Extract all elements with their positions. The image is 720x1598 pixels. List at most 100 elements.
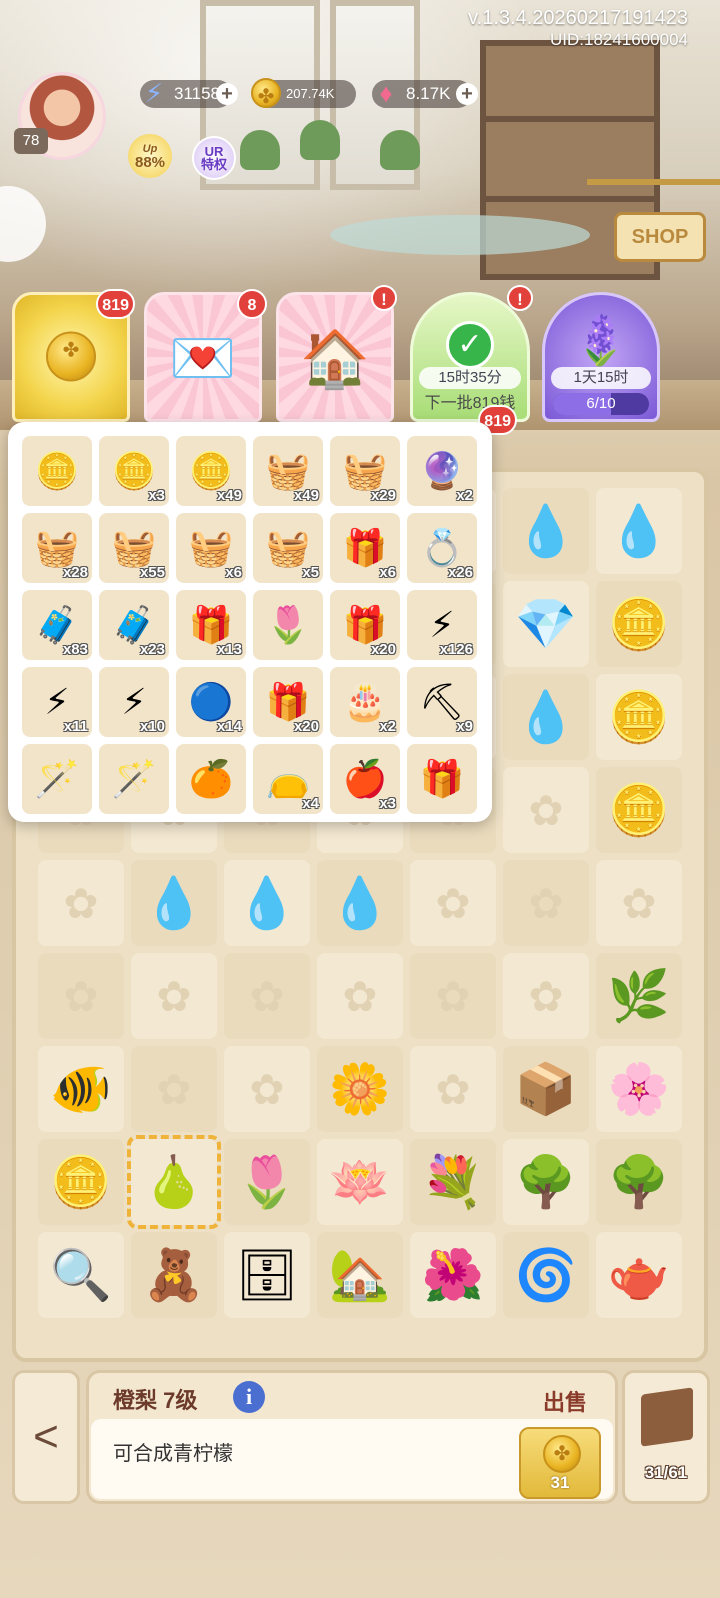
board-cell[interactable]: 🌀 <box>503 1232 589 1318</box>
inventory-slot[interactable]: 🧳 x23 <box>99 590 169 660</box>
board-cell[interactable]: 🌳 <box>503 1139 589 1225</box>
inventory-slot[interactable]: 🪄 <box>22 744 92 814</box>
tab-production-timer[interactable]: ✓ ! 15时35分 下一批819钱 819 <box>410 285 533 435</box>
board-cell[interactable]: 🔍 <box>38 1232 124 1318</box>
tab-lavender-event[interactable]: 🪻 1天15时 6/10 <box>542 292 660 422</box>
gem-counter[interactable]: ♦ 8.17K + <box>372 79 478 108</box>
board-cell[interactable]: ✿ <box>503 860 589 946</box>
inventory-slot[interactable]: ⛏ x9 <box>407 667 477 737</box>
board-cell[interactable]: ✿ <box>224 953 310 1039</box>
vine-dome-icon: 🌿 <box>607 967 671 1024</box>
board-cell[interactable]: ✿ <box>224 1046 310 1132</box>
seed-crate-icon: 📦 <box>514 1060 578 1117</box>
inventory-slot[interactable]: 🎁 <box>407 744 477 814</box>
ur-privilege-button[interactable]: UR 特权 <box>192 136 236 180</box>
sell-button[interactable]: 31 <box>519 1427 601 1499</box>
shop-button[interactable]: SHOP <box>587 179 720 262</box>
energy-counter[interactable]: ⚡ 31158 + <box>140 79 238 108</box>
board-cell[interactable]: 💧 <box>503 674 589 760</box>
board-cell[interactable]: ✿ <box>38 953 124 1039</box>
inventory-slot[interactable]: 🍎 x3 <box>330 744 400 814</box>
board-cell[interactable]: 💧 <box>317 860 403 946</box>
back-button[interactable]: < <box>12 1370 80 1504</box>
inventory-slot[interactable]: 🧺 x55 <box>99 513 169 583</box>
inventory-slot[interactable]: 🪙 x3 <box>99 436 169 506</box>
inventory-slot[interactable]: 🪄 <box>99 744 169 814</box>
board-cell[interactable]: 🪙 <box>596 674 682 760</box>
inventory-slot[interactable]: ⚡ x10 <box>99 667 169 737</box>
board-cell[interactable]: 🪙 <box>596 767 682 853</box>
up-bonus-badge[interactable]: Up 88% <box>128 134 172 178</box>
inventory-slot[interactable]: 🪙 x49 <box>176 436 246 506</box>
inventory-slot[interactable]: ⚡ x11 <box>22 667 92 737</box>
inventory-slot[interactable]: 🍊 <box>176 744 246 814</box>
inventory-slot[interactable]: 🔵 x14 <box>176 667 246 737</box>
board-cell[interactable]: 🫖 <box>596 1232 682 1318</box>
board-cell[interactable]: ✿ <box>410 953 496 1039</box>
board-cell[interactable]: 🌼 <box>317 1046 403 1132</box>
board-cell[interactable]: 📦 <box>503 1046 589 1132</box>
board-cell[interactable]: 🪷 <box>317 1139 403 1225</box>
board-cell[interactable]: 💧 <box>131 860 217 946</box>
board-cell[interactable]: ✿ <box>503 953 589 1039</box>
inventory-slot[interactable]: 🎁 x13 <box>176 590 246 660</box>
inventory-slot[interactable]: 🧳 x83 <box>22 590 92 660</box>
board-cell[interactable]: ✿ <box>131 1046 217 1132</box>
board-cell[interactable]: ✿ <box>596 860 682 946</box>
inventory-slot[interactable]: 🪙 <box>22 436 92 506</box>
coin-counter[interactable]: 207.74K <box>251 78 356 108</box>
sell-label: 出售 <box>542 1390 587 1415</box>
board-cell[interactable]: ✿ <box>131 953 217 1039</box>
board-cell[interactable]: 🏡 <box>317 1232 403 1318</box>
tab-mail[interactable]: 💌 8 <box>144 289 267 422</box>
inventory-slot[interactable]: ⚡ x126 <box>407 590 477 660</box>
item-quantity: x49 <box>216 487 242 504</box>
add-gems-button[interactable]: + <box>456 83 478 105</box>
inventory-slot[interactable]: 🧺 x6 <box>176 513 246 583</box>
board-cell[interactable]: ✿ <box>410 1046 496 1132</box>
board-cell[interactable]: ✿ <box>410 860 496 946</box>
plant <box>380 130 420 170</box>
board-cell[interactable]: 🪙 <box>38 1139 124 1225</box>
board-cell[interactable]: ✿ <box>317 953 403 1039</box>
gems-value: 8.17K <box>406 84 451 103</box>
board-cell[interactable]: 🌺 <box>410 1232 496 1318</box>
golden-gift-icon: 🎁 <box>419 758 465 799</box>
inventory-slot[interactable]: 🧺 x49 <box>253 436 323 506</box>
inventory-slot[interactable]: 🎁 x20 <box>253 667 323 737</box>
board-cell[interactable]: 🪙 <box>596 581 682 667</box>
board-cell[interactable]: 🌳 <box>596 1139 682 1225</box>
board-cell[interactable]: ✿ <box>38 860 124 946</box>
board-cell[interactable]: 🌷 <box>224 1139 310 1225</box>
board-cell[interactable]: ✿ <box>503 767 589 853</box>
info-icon[interactable]: i <box>233 1381 265 1413</box>
inventory-slot[interactable]: 👝 x4 <box>253 744 323 814</box>
board-cell[interactable]: 🍐 <box>127 1135 221 1229</box>
empty-cell-flower-icon: ✿ <box>63 972 99 1020</box>
board-cell[interactable]: 💧 <box>503 488 589 574</box>
inventory-slot[interactable]: 🧺 x28 <box>22 513 92 583</box>
inventory-slot[interactable]: 🧺 x29 <box>330 436 400 506</box>
item-quantity: x2 <box>456 487 473 504</box>
board-cell[interactable]: 💎 <box>503 581 589 667</box>
inventory-slot[interactable]: 🎁 x6 <box>330 513 400 583</box>
inventory-slot[interactable]: 🎂 x2 <box>330 667 400 737</box>
tab-coins[interactable]: 819 <box>12 289 135 439</box>
inventory-slot[interactable]: 💍 x26 <box>407 513 477 583</box>
board-cell[interactable]: 🌿 <box>596 953 682 1039</box>
inventory-slot[interactable]: 🧺 x5 <box>253 513 323 583</box>
inventory-slot[interactable]: 🌷 <box>253 590 323 660</box>
board-cell[interactable]: 💐 <box>410 1139 496 1225</box>
inventory-slot[interactable]: 🔮 x2 <box>407 436 477 506</box>
board-cell[interactable]: 💧 <box>224 860 310 946</box>
board-cell[interactable]: 💧 <box>596 488 682 574</box>
board-cell[interactable]: 🌸 <box>596 1046 682 1132</box>
table <box>330 215 590 255</box>
board-cell[interactable]: 🗄 <box>224 1232 310 1318</box>
storage-button[interactable]: 31/61 <box>622 1370 710 1504</box>
tab-house[interactable]: 🏠 ! <box>276 285 397 422</box>
board-cell[interactable]: 🐠 <box>38 1046 124 1132</box>
inventory-slot[interactable]: 🎁 x20 <box>330 590 400 660</box>
board-cell[interactable]: 🧸 <box>131 1232 217 1318</box>
add-energy-button[interactable]: + <box>216 83 238 105</box>
